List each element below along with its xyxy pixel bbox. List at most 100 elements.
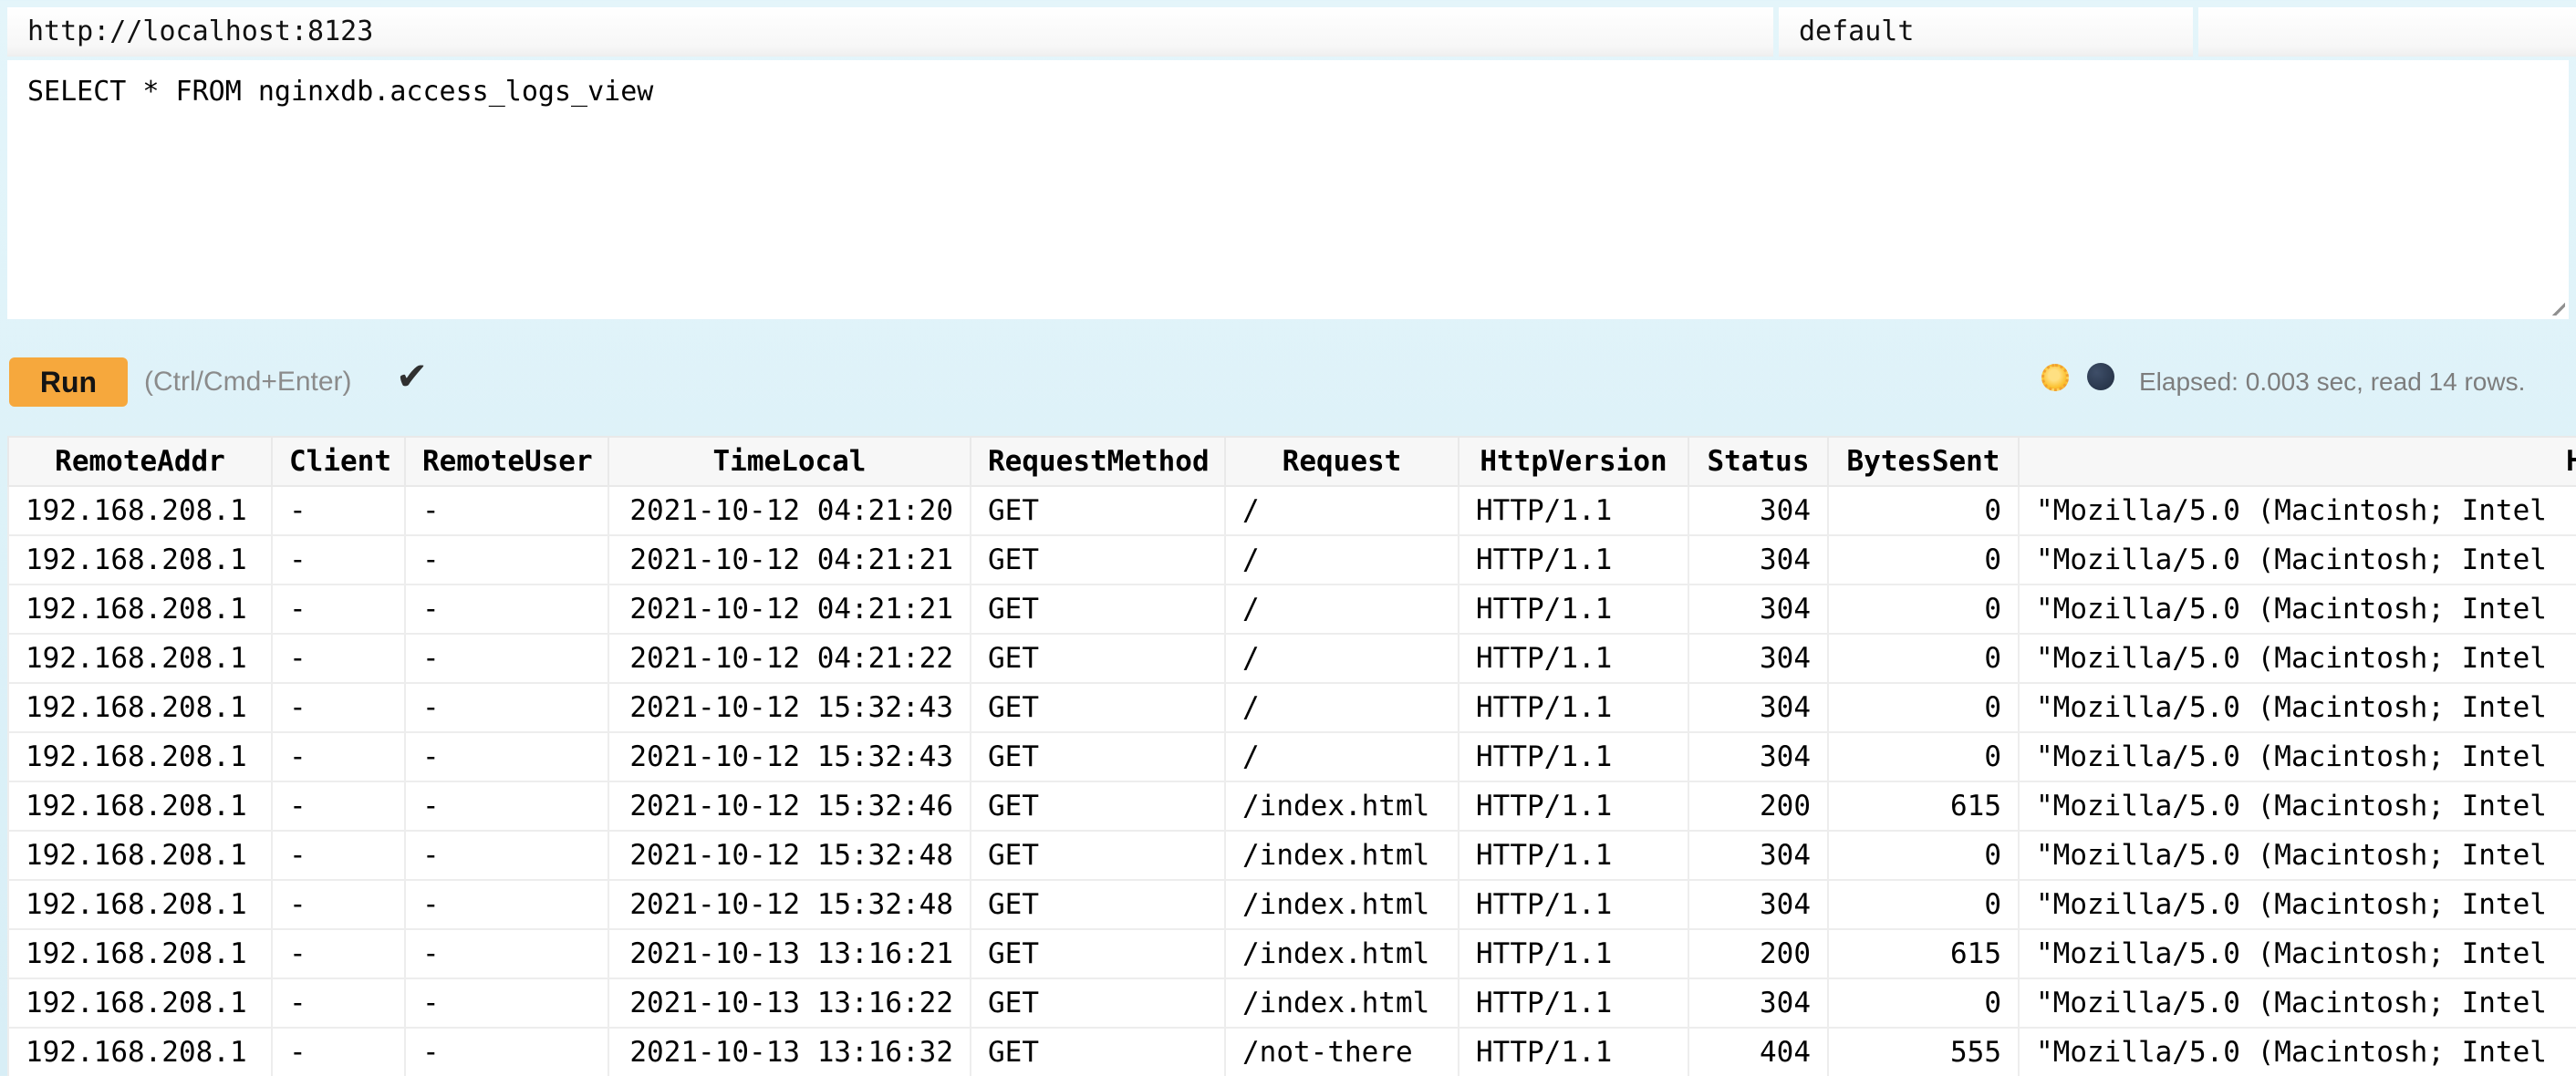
cell-httpuseragent: "Mozilla/5.0 (Macintosh; Intel [2019, 486, 2576, 535]
table-row: 192.168.208.1--2021-10-13 13:16:22GET/in… [8, 978, 2576, 1028]
cell-bytessent: 615 [1828, 781, 2019, 831]
light-theme-sun-icon[interactable] [2041, 364, 2069, 391]
cell-request: / [1225, 634, 1459, 683]
cell-requestmethod: GET [971, 634, 1225, 683]
cell-remoteaddr: 192.168.208.1 [8, 683, 272, 732]
password-input[interactable] [2198, 7, 2576, 57]
cell-client: - [272, 486, 405, 535]
connection-bar [7, 7, 2569, 57]
cell-requestmethod: GET [971, 978, 1225, 1028]
cell-request: / [1225, 535, 1459, 585]
cell-bytessent: 0 [1828, 585, 2019, 634]
cell-status: 304 [1688, 831, 1828, 880]
cell-requestmethod: GET [971, 880, 1225, 929]
cell-remoteuser: - [405, 732, 608, 781]
column-header-httpversion: HttpVersion [1459, 437, 1688, 486]
table-row: 192.168.208.1--2021-10-12 04:21:21GET/HT… [8, 535, 2576, 585]
cell-httpversion: HTTP/1.1 [1459, 732, 1688, 781]
cell-status: 304 [1688, 880, 1828, 929]
dark-theme-moon-icon[interactable] [2087, 363, 2114, 390]
cell-remoteuser: - [405, 929, 608, 978]
cell-timelocal: 2021-10-12 15:32:43 [608, 683, 971, 732]
cell-httpversion: HTTP/1.1 [1459, 486, 1688, 535]
cell-bytessent: 0 [1828, 634, 2019, 683]
cell-requestmethod: GET [971, 1028, 1225, 1076]
cell-status: 304 [1688, 732, 1828, 781]
cell-status: 304 [1688, 585, 1828, 634]
cell-status: 200 [1688, 781, 1828, 831]
cell-httpversion: HTTP/1.1 [1459, 781, 1688, 831]
cell-client: - [272, 831, 405, 880]
cell-status: 304 [1688, 486, 1828, 535]
column-header-status: Status [1688, 437, 1828, 486]
cell-request: / [1225, 585, 1459, 634]
table-row: 192.168.208.1--2021-10-12 15:32:46GET/in… [8, 781, 2576, 831]
run-button[interactable]: Run [9, 357, 128, 407]
table-row: 192.168.208.1--2021-10-13 13:16:32GET/no… [8, 1028, 2576, 1076]
cell-timelocal: 2021-10-12 15:32:43 [608, 732, 971, 781]
cell-client: - [272, 585, 405, 634]
cell-client: - [272, 929, 405, 978]
cell-bytessent: 0 [1828, 486, 2019, 535]
query-editor[interactable]: SELECT * FROM nginxdb.access_logs_view [7, 60, 2569, 319]
cell-timelocal: 2021-10-13 13:16:22 [608, 978, 971, 1028]
cell-timelocal: 2021-10-12 04:21:20 [608, 486, 971, 535]
header-row: RemoteAddrClientRemoteUserTimeLocalReque… [8, 437, 2576, 486]
table-row: 192.168.208.1--2021-10-13 13:16:21GET/in… [8, 929, 2576, 978]
cell-client: - [272, 732, 405, 781]
cell-requestmethod: GET [971, 732, 1225, 781]
cell-httpversion: HTTP/1.1 [1459, 535, 1688, 585]
cell-remoteaddr: 192.168.208.1 [8, 1028, 272, 1076]
cell-requestmethod: GET [971, 486, 1225, 535]
cell-httpversion: HTTP/1.1 [1459, 683, 1688, 732]
cell-remoteaddr: 192.168.208.1 [8, 929, 272, 978]
cell-timelocal: 2021-10-12 04:21:21 [608, 585, 971, 634]
cell-client: - [272, 978, 405, 1028]
cell-request: /index.html [1225, 929, 1459, 978]
cell-timelocal: 2021-10-12 15:32:46 [608, 781, 971, 831]
cell-bytessent: 615 [1828, 929, 2019, 978]
cell-timelocal: 2021-10-13 13:16:32 [608, 1028, 971, 1076]
cell-timelocal: 2021-10-12 15:32:48 [608, 831, 971, 880]
cell-status: 404 [1688, 1028, 1828, 1076]
cell-remoteuser: - [405, 535, 608, 585]
username-input[interactable] [1779, 7, 2193, 57]
table-row: 192.168.208.1--2021-10-12 15:32:43GET/HT… [8, 683, 2576, 732]
cell-request: /index.html [1225, 781, 1459, 831]
cell-remoteaddr: 192.168.208.1 [8, 634, 272, 683]
server-url-input[interactable] [7, 7, 1773, 57]
cell-httpversion: HTTP/1.1 [1459, 831, 1688, 880]
cell-bytessent: 0 [1828, 732, 2019, 781]
cell-requestmethod: GET [971, 929, 1225, 978]
column-header-httpuseragent: HttpUserAgent [2019, 437, 2576, 486]
cell-bytessent: 0 [1828, 880, 2019, 929]
cell-httpversion: HTTP/1.1 [1459, 978, 1688, 1028]
column-header-client: Client [272, 437, 405, 486]
table-row: 192.168.208.1--2021-10-12 15:32:48GET/in… [8, 831, 2576, 880]
cell-remoteuser: - [405, 880, 608, 929]
cell-httpuseragent: "Mozilla/5.0 (Macintosh; Intel [2019, 880, 2576, 929]
cell-bytessent: 0 [1828, 535, 2019, 585]
cell-requestmethod: GET [971, 683, 1225, 732]
cell-status: 304 [1688, 683, 1828, 732]
cell-remoteaddr: 192.168.208.1 [8, 486, 272, 535]
cell-remoteuser: - [405, 585, 608, 634]
column-header-remoteuser: RemoteUser [405, 437, 608, 486]
cell-request: /index.html [1225, 831, 1459, 880]
cell-remoteaddr: 192.168.208.1 [8, 535, 272, 585]
cell-httpuseragent: "Mozilla/5.0 (Macintosh; Intel [2019, 634, 2576, 683]
cell-remoteaddr: 192.168.208.1 [8, 831, 272, 880]
cell-timelocal: 2021-10-12 04:21:22 [608, 634, 971, 683]
cell-remoteuser: - [405, 781, 608, 831]
cell-requestmethod: GET [971, 781, 1225, 831]
cell-remoteuser: - [405, 978, 608, 1028]
cell-remoteuser: - [405, 683, 608, 732]
cell-httpversion: HTTP/1.1 [1459, 1028, 1688, 1076]
cell-bytessent: 555 [1828, 1028, 2019, 1076]
cell-requestmethod: GET [971, 585, 1225, 634]
cell-request: /not-there [1225, 1028, 1459, 1076]
column-header-timelocal: TimeLocal [608, 437, 971, 486]
cell-remoteaddr: 192.168.208.1 [8, 978, 272, 1028]
cell-httpuseragent: "Mozilla/5.0 (Macintosh; Intel [2019, 929, 2576, 978]
cell-requestmethod: GET [971, 831, 1225, 880]
